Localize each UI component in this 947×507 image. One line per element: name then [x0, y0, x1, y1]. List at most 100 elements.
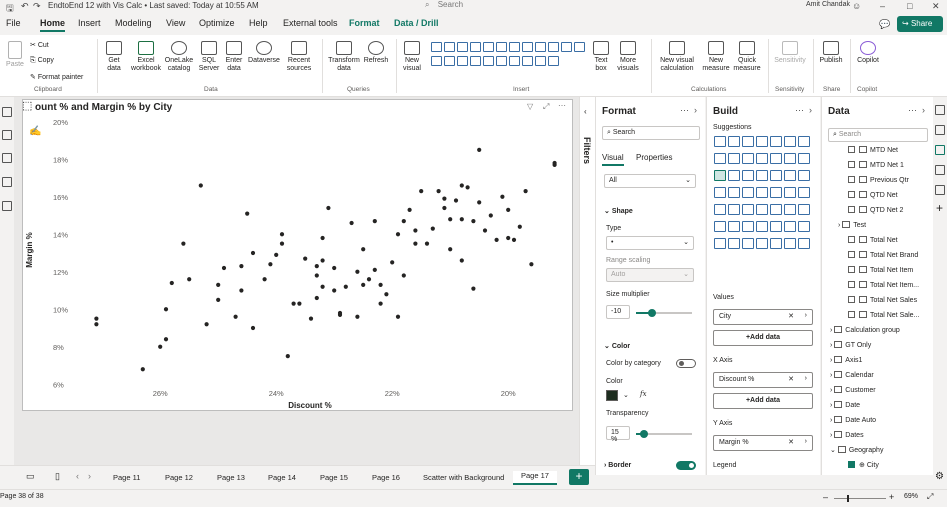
visual-type-icon[interactable]	[444, 42, 455, 52]
page-tab[interactable]: Page 14	[268, 473, 296, 482]
checkbox[interactable]	[848, 191, 855, 198]
text-box-button[interactable]: Text box	[591, 41, 611, 73]
add-x-axis-button[interactable]: +Add data	[713, 393, 813, 409]
visual-type-icon[interactable]	[714, 187, 726, 198]
data-pane-icon[interactable]	[935, 125, 945, 135]
chevron-right-icon[interactable]: ›	[805, 438, 807, 445]
field-list-item[interactable]: Total Net Brand	[848, 251, 918, 259]
report-view-icon[interactable]	[2, 107, 12, 117]
visual-type-icon[interactable]	[714, 238, 726, 249]
visual-type-icon[interactable]	[742, 187, 754, 198]
shape-section[interactable]: ⌄ Shape	[604, 207, 633, 215]
add-values-button[interactable]: +Add data	[713, 330, 813, 346]
share-button[interactable]: ↪ Share	[897, 16, 943, 32]
visual-type-icon[interactable]	[496, 56, 507, 66]
visual-type-icon[interactable]	[798, 238, 810, 249]
filters-pane-collapsed[interactable]: ‹ Filters	[579, 97, 595, 465]
more-options-icon[interactable]: ⋯	[795, 105, 804, 116]
field-list-item[interactable]: › Test	[838, 221, 866, 229]
copy-button[interactable]: ⎘ Copy	[30, 57, 54, 65]
checkbox[interactable]	[848, 296, 855, 303]
mobile-layout-icon[interactable]: ▯	[55, 471, 60, 482]
field-list-item[interactable]: Total Net Item...	[848, 281, 919, 289]
page-tab[interactable]: Page 17	[513, 471, 557, 485]
visual-type-icon[interactable]	[561, 42, 572, 52]
minimize-icon[interactable]: –	[880, 1, 885, 11]
get-data-button[interactable]: Get data	[101, 41, 127, 73]
onelake-catalog-button[interactable]: OneLake catalog	[163, 41, 195, 73]
page-tab[interactable]: Scatter with Background	[423, 473, 504, 482]
color-swatch[interactable]	[606, 390, 618, 401]
sql-server-button[interactable]: SQL Server	[197, 41, 221, 73]
menu-format[interactable]: Format	[349, 18, 380, 28]
menu-view[interactable]: View	[166, 18, 185, 28]
avatar-icon[interactable]: ☺	[852, 1, 861, 11]
visual-type-icon[interactable]	[522, 42, 533, 52]
scroll-left-icon[interactable]: ‹	[76, 471, 79, 481]
visual-type-icon[interactable]	[784, 170, 796, 181]
undo-icon[interactable]: ↶	[21, 1, 29, 12]
maximize-icon[interactable]: □	[907, 1, 912, 11]
visual-type-icon[interactable]	[770, 238, 782, 249]
visual-type-icon[interactable]	[798, 187, 810, 198]
visual-type-icon[interactable]	[798, 204, 810, 215]
visual-type-icon[interactable]	[535, 42, 546, 52]
visual-type-icon[interactable]	[798, 170, 810, 181]
visual-type-icon[interactable]	[509, 42, 520, 52]
add-page-button[interactable]: +	[569, 469, 589, 485]
visual-type-icon[interactable]	[457, 42, 468, 52]
dataverse-button[interactable]: Dataverse	[246, 41, 282, 65]
visual-type-icon[interactable]	[756, 221, 768, 232]
visual-type-icon[interactable]	[742, 221, 754, 232]
menu-help[interactable]: Help	[249, 18, 268, 28]
scroll-right-icon[interactable]: ›	[88, 471, 91, 481]
visual-type-icon[interactable]	[714, 136, 726, 147]
build-pane-icon[interactable]	[935, 145, 945, 155]
quick-measure-button[interactable]: Quick measure	[731, 41, 763, 73]
size-multiplier-input[interactable]: -10	[606, 305, 630, 319]
new-visual-button[interactable]: New visual	[399, 41, 425, 73]
new-visual-calculation-button[interactable]: New visual calculation	[655, 41, 699, 73]
color-section[interactable]: ⌄ Color	[604, 342, 630, 350]
visual-type-icon[interactable]	[742, 136, 754, 147]
checkbox[interactable]	[848, 176, 855, 183]
values-field-well[interactable]: City ✕ ›	[713, 309, 813, 325]
more-options-icon[interactable]: ⋯	[908, 105, 917, 116]
checkbox[interactable]	[848, 266, 855, 273]
add-pane-icon[interactable]: +	[936, 201, 943, 215]
chevron-down-icon[interactable]: ⌄	[830, 447, 838, 454]
x-axis-field-well[interactable]: Discount % ✕ ›	[713, 372, 813, 388]
visual-type-icon[interactable]	[470, 42, 481, 52]
menu-insert[interactable]: Insert	[78, 18, 101, 28]
marker-type-dropdown[interactable]: • ⌄	[606, 236, 694, 250]
visual-gallery[interactable]	[430, 41, 592, 73]
expand-chevron-icon[interactable]: ‹	[584, 107, 587, 116]
page-tab[interactable]: Page 13	[217, 473, 245, 482]
field-list-item[interactable]: ⊕ City	[848, 461, 879, 469]
visual-type-icon[interactable]	[548, 42, 559, 52]
field-list-item[interactable]: Total Net Sale...	[848, 311, 919, 319]
tab-properties[interactable]: Properties	[636, 153, 672, 162]
chat-icon[interactable]: 💬	[879, 19, 890, 30]
format-painter-button[interactable]: ✎ Format painter	[30, 73, 83, 81]
chevron-right-icon[interactable]: ›	[805, 375, 807, 382]
format-search-input[interactable]: ⌕ Search	[602, 126, 700, 140]
visual-type-icon[interactable]	[483, 56, 494, 66]
chevron-right-icon[interactable]: ›	[805, 312, 807, 319]
visual-type-icon[interactable]	[535, 56, 546, 66]
visual-type-icon[interactable]	[756, 153, 768, 164]
more-visuals-button[interactable]: More visuals	[613, 41, 643, 73]
visual-type-icon[interactable]	[509, 56, 520, 66]
scatter-visual[interactable]: ⬚ ✍ ount % and Margin % by City ▽ ⤢ ⋯ 20…	[22, 99, 573, 411]
field-list-item[interactable]: › Customer	[830, 386, 876, 394]
menu-external-tools[interactable]: External tools	[283, 18, 338, 28]
field-list-item[interactable]: › Date Auto	[830, 416, 876, 424]
model-view-icon[interactable]	[2, 153, 12, 163]
checkbox[interactable]	[848, 251, 855, 258]
remove-field-icon[interactable]: ✕	[788, 375, 794, 383]
visual-type-icon[interactable]	[742, 170, 754, 181]
visual-type-icon[interactable]	[784, 204, 796, 215]
menu-modeling[interactable]: Modeling	[115, 18, 152, 28]
collapse-pane-icon[interactable]: ›	[694, 105, 697, 115]
bookmarks-pane-icon[interactable]	[935, 185, 945, 195]
